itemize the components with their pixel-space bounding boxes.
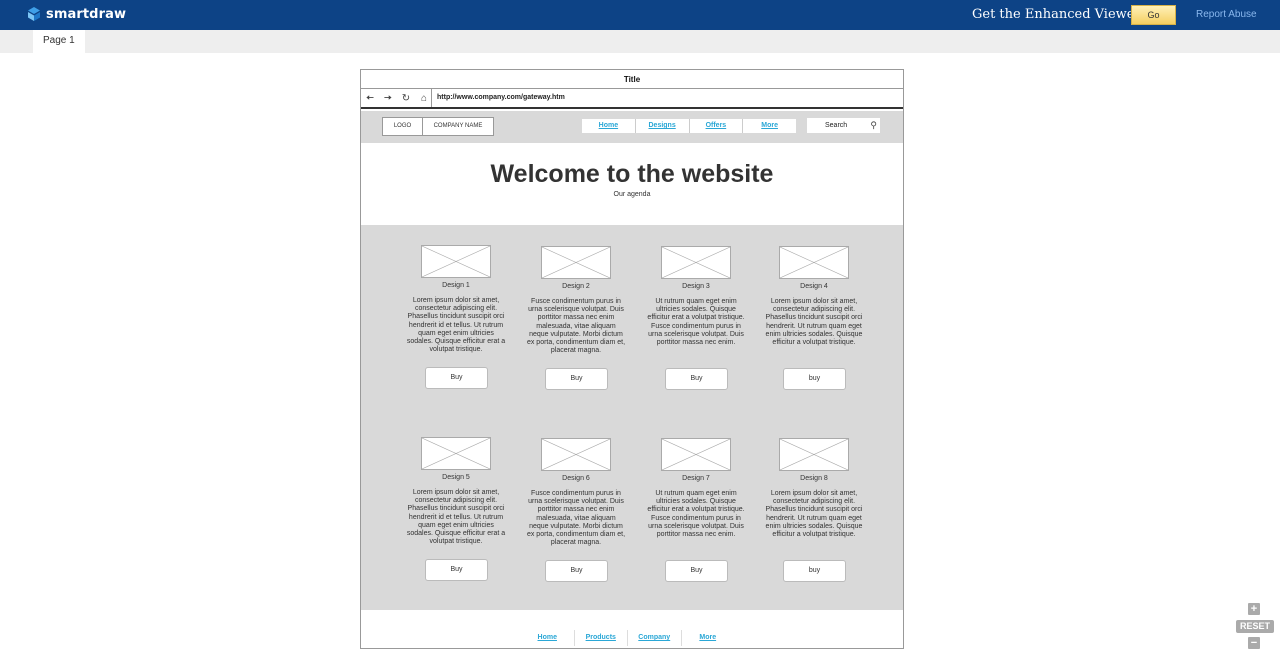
forward-arrow-icon: 🠦 (383, 93, 393, 104)
image-placeholder (421, 245, 491, 278)
card-description: Lorem ipsum dolor sit amet, consectetur … (406, 489, 506, 546)
page-tab-strip: Page 1 (0, 30, 1280, 53)
browser-nav-icons: 🠤 🠦 ↻ ⌂ (364, 93, 430, 105)
footer-link-more: More (680, 630, 735, 646)
buy-button: Buy (425, 367, 488, 389)
card-description: Fusce condimentum purus in urna sceleris… (526, 490, 626, 547)
browser-address-bar: 🠤 🠦 ↻ ⌂ http://www.company.com/gateway.h… (361, 89, 903, 109)
wireframe-canvas: Title 🠤 🠦 ↻ ⌂ http://www.company.com/gat… (360, 69, 904, 649)
image-placeholder (779, 246, 849, 279)
card-description: Ut rutrum quam eget enim ultricies sodal… (647, 298, 745, 347)
zoom-in-button[interactable]: + (1248, 603, 1260, 615)
address-divider (431, 89, 432, 107)
enhanced-viewer-label: Get the Enhanced Viewer (972, 7, 1141, 22)
report-abuse-link[interactable]: Report Abuse (1196, 9, 1257, 20)
card-description: Ut rutrum quam eget enim ultricies sodal… (647, 490, 745, 539)
image-placeholder (541, 438, 611, 471)
image-placeholder (661, 438, 731, 471)
buy-button: buy (783, 368, 846, 390)
hero-title: Welcome to the website (490, 160, 774, 188)
footer-nav: Home Products Company More (521, 630, 734, 646)
site-top-nav: Home Designs Offers More (582, 119, 796, 133)
card-title: Design 3 (682, 283, 710, 290)
image-placeholder (421, 437, 491, 470)
site-logo-box: LOGO COMPANY NAME (382, 117, 494, 136)
image-placeholder (661, 246, 731, 279)
card-title: Design 8 (800, 475, 828, 482)
url-text: http://www.company.com/gateway.htm (437, 94, 565, 101)
smartdraw-logo-icon (26, 6, 42, 22)
image-placeholder (779, 438, 849, 471)
enhanced-viewer-link[interactable]: Get the Enhanced Viewer (972, 7, 1156, 22)
brand-name: smartdraw (46, 6, 127, 22)
hero-section: Welcome to the website Our agenda (361, 143, 903, 225)
company-name: COMPANY NAME (433, 123, 483, 129)
browser-title: Title (361, 70, 903, 89)
buy-button: buy (783, 560, 846, 582)
footer-link-home: Home (537, 634, 557, 641)
search-label: Search (825, 122, 848, 129)
card-title: Design 6 (562, 475, 590, 482)
card-description: Lorem ipsum dolor sit amet, consectetur … (406, 297, 506, 354)
buy-button: Buy (665, 560, 728, 582)
card-description: Lorem ipsum dolor sit amet, consectetur … (765, 490, 863, 539)
card-description: Fusce condimentum purus in urna sceleris… (526, 298, 626, 355)
footer-link-products: Products (573, 630, 628, 646)
card-title: Design 2 (562, 283, 590, 290)
tab-page-1[interactable]: Page 1 (33, 30, 85, 53)
footer-link-company: Company (627, 630, 681, 646)
reset-zoom-button[interactable]: RESET (1236, 620, 1274, 633)
card-description: Lorem ipsum dolor sit amet, consectetur … (765, 298, 863, 347)
card-title: Design 5 (442, 474, 470, 481)
site-footer: Home Products Company More (361, 610, 903, 648)
zoom-out-button[interactable]: − (1248, 637, 1260, 649)
card-title: Design 4 (800, 283, 828, 290)
products-section: Design 1 Lorem ipsum dolor sit amet, cons… (361, 225, 903, 610)
refresh-icon: ↻ (401, 93, 411, 104)
card-title: Design 7 (682, 475, 710, 482)
nav-more: More (742, 119, 796, 133)
image-placeholder (541, 246, 611, 279)
go-button[interactable]: Go (1131, 5, 1176, 25)
nav-designs: Designs (634, 119, 689, 133)
nav-home: Home (598, 122, 619, 129)
buy-button: Buy (545, 368, 608, 390)
hero-subtitle: Our agenda (613, 191, 651, 198)
buy-button: Buy (545, 560, 608, 582)
site-search-box: Search ⚲ (807, 118, 880, 133)
buy-button: Buy (665, 368, 728, 390)
nav-offers: Offers (688, 119, 743, 133)
app-header: smartdraw Get the Enhanced Viewer Go Rep… (0, 0, 1280, 30)
back-arrow-icon: 🠤 (365, 93, 375, 104)
home-icon: ⌂ (420, 93, 428, 104)
smartdraw-logo[interactable]: smartdraw (26, 6, 126, 22)
site-header: LOGO COMPANY NAME Home Designs Offers Mo… (361, 111, 903, 143)
logo-placeholder: LOGO (383, 118, 423, 135)
card-title: Design 1 (442, 282, 470, 289)
buy-button: Buy (425, 559, 488, 581)
search-icon: ⚲ (870, 120, 877, 130)
